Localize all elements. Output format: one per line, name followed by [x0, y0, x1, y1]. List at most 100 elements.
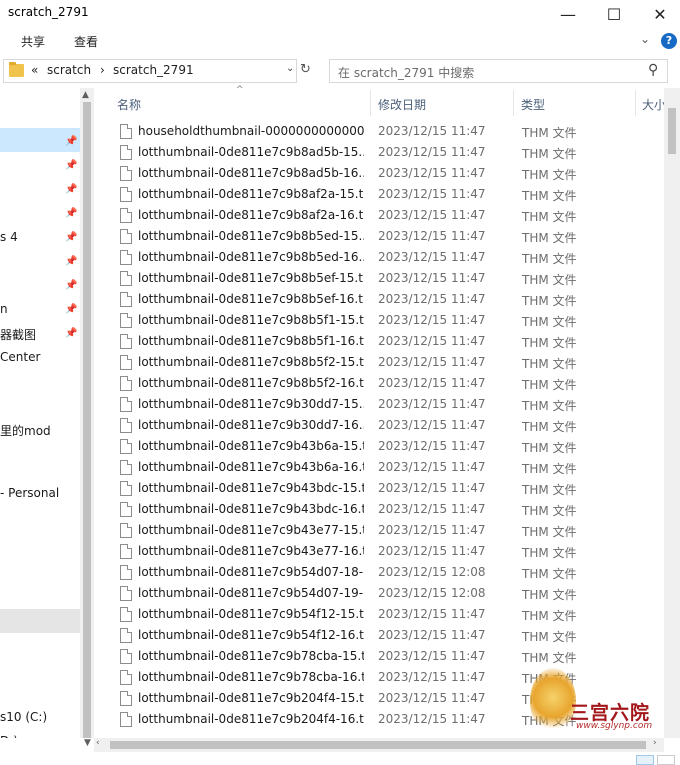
file-row[interactable]: lotthumbnail-0de811e7c9b30dd7-15.... 2023…	[108, 394, 664, 415]
pin-icon[interactable]: 📌	[65, 328, 77, 339]
file-icon	[120, 229, 132, 244]
nav-item-label[interactable]: Center	[0, 350, 40, 364]
column-headers: 名称 修改日期 类型 大小	[108, 90, 668, 116]
column-header-type[interactable]: 类型	[521, 96, 545, 113]
pin-icon[interactable]: 📌	[65, 280, 77, 291]
file-row[interactable]: lotthumbnail-0de811e7c9b8b5f2-16.t... 202…	[108, 373, 664, 394]
pin-icon[interactable]: 📌	[65, 232, 77, 243]
pin-icon[interactable]: 📌	[65, 184, 77, 195]
file-icon	[120, 439, 132, 454]
file-icon	[120, 649, 132, 664]
file-row[interactable]: lotthumbnail-0de811e7c9b8b5ef-16.t... 202…	[108, 289, 664, 310]
file-list-vertical-scrollbar[interactable]	[664, 88, 680, 738]
column-header-date[interactable]: 修改日期	[378, 96, 426, 113]
status-bar	[0, 752, 680, 765]
file-row[interactable]: lotthumbnail-0de811e7c9b43b6a-16.t... 202…	[108, 457, 664, 478]
pin-icon[interactable]: 📌	[65, 136, 77, 147]
address-bar[interactable]: « scratch › scratch_2791 ⌄	[3, 59, 297, 83]
nav-scroll-up-icon[interactable]: ▲	[82, 90, 89, 100]
file-date: 2023/12/15 11:47	[378, 544, 486, 558]
nav-scroll-thumb[interactable]	[83, 102, 91, 738]
nav-scroll-down-icon[interactable]: ▼	[84, 738, 91, 748]
column-divider[interactable]	[513, 90, 514, 116]
scroll-right-icon[interactable]: ›	[653, 738, 657, 748]
file-row[interactable]: lotthumbnail-0de811e7c9b8b5ed-15.... 2023…	[108, 226, 664, 247]
file-row[interactable]: lotthumbnail-0de811e7c9b8b5f1-15.t... 202…	[108, 310, 664, 331]
expand-ribbon-icon[interactable]: ⌄	[640, 32, 650, 46]
file-list-horizontal-scrollbar[interactable]: ‹ ›	[94, 738, 664, 752]
file-row[interactable]: lotthumbnail-0de811e7c9b43bdc-15.t... 202…	[108, 478, 664, 499]
file-row[interactable]: lotthumbnail-0de811e7c9b43e77-16.t... 202…	[108, 541, 664, 562]
nav-item-label[interactable]: s 4	[0, 230, 18, 244]
file-row[interactable]: lotthumbnail-0de811e7c9b8b5ef-15.t... 202…	[108, 268, 664, 289]
scroll-left-icon[interactable]: ‹	[96, 738, 100, 748]
file-name: lotthumbnail-0de811e7c9b78cba-16.t...	[138, 670, 364, 684]
file-row[interactable]: lotthumbnail-0de811e7c9b30dd7-16.... 2023…	[108, 415, 664, 436]
file-row[interactable]: lotthumbnail-0de811e7c9b54f12-15.t... 202…	[108, 604, 664, 625]
file-icon	[120, 481, 132, 496]
file-type: THM 文件	[522, 168, 577, 182]
file-row[interactable]: lotthumbnail-0de811e7c9b8ad5b-16.... 2023…	[108, 163, 664, 184]
minimize-button[interactable]: —	[545, 0, 591, 28]
file-type: THM 文件	[522, 336, 577, 350]
file-row[interactable]: lotthumbnail-0de811e7c9b8ad5b-15.... 2023…	[108, 142, 664, 163]
file-row[interactable]: lotthumbnail-0de811e7c9b54d07-19-... 2023…	[108, 583, 664, 604]
large-icons-view-button[interactable]	[657, 755, 675, 765]
close-button[interactable]: ✕	[637, 0, 680, 28]
nav-scrollbar[interactable]: ▲	[80, 88, 94, 738]
pin-icon[interactable]: 📌	[65, 256, 77, 267]
file-row[interactable]: lotthumbnail-0de811e7c9b8b5f1-16.t... 202…	[108, 331, 664, 352]
file-row[interactable]: lotthumbnail-0de811e7c9b8b5f2-15.t... 202…	[108, 352, 664, 373]
nav-item-label[interactable]: - Personal	[0, 486, 59, 500]
nav-hovered-item[interactable]	[0, 609, 80, 633]
column-header-name[interactable]: 名称	[117, 96, 141, 113]
breadcrumb-scratch-2791[interactable]: scratch_2791	[113, 63, 194, 77]
column-divider[interactable]	[635, 90, 636, 116]
tab-share[interactable]: 共享	[21, 33, 45, 50]
pin-icon[interactable]: 📌	[65, 160, 77, 171]
nav-item-label[interactable]: s10 (C:)	[0, 710, 47, 724]
file-date: 2023/12/15 11:47	[378, 208, 486, 222]
file-row[interactable]: lotthumbnail-0de811e7c9b8af2a-16.t... 202…	[108, 205, 664, 226]
address-dropdown-icon[interactable]: ⌄	[286, 63, 294, 74]
breadcrumb-separator-icon[interactable]: ›	[100, 63, 105, 77]
file-row[interactable]: lotthumbnail-0de811e7c9b43e77-15.t... 202…	[108, 520, 664, 541]
column-divider[interactable]	[370, 90, 371, 116]
column-header-size[interactable]: 大小	[642, 96, 666, 113]
breadcrumb-overflow[interactable]: «	[31, 63, 38, 77]
file-name: lotthumbnail-0de811e7c9b8b5f2-15.t...	[138, 355, 364, 369]
pin-icon[interactable]: 📌	[65, 208, 77, 219]
maximize-button[interactable]: ☐	[591, 0, 637, 28]
file-row[interactable]: lotthumbnail-0de811e7c9b8b5ed-16.... 2023…	[108, 247, 664, 268]
horizontal-scroll-thumb[interactable]	[110, 741, 646, 749]
file-row[interactable]: householdthumbnail-0000000000000... 2023/…	[108, 121, 664, 142]
file-type: THM 文件	[522, 588, 577, 602]
search-icon[interactable]: ⚲	[648, 62, 658, 78]
refresh-icon[interactable]: ↻	[300, 62, 311, 77]
file-name: lotthumbnail-0de811e7c9b78cba-15.t...	[138, 649, 364, 663]
file-icon	[120, 544, 132, 559]
file-type: THM 文件	[522, 651, 577, 665]
file-date: 2023/12/15 11:47	[378, 649, 486, 663]
file-date: 2023/12/15 11:47	[378, 481, 486, 495]
search-box[interactable]: 在 scratch_2791 中搜索 ⚲	[329, 59, 668, 83]
nav-item-label[interactable]: 器截图	[0, 326, 36, 343]
breadcrumb-scratch[interactable]: scratch	[47, 63, 91, 77]
file-row[interactable]: lotthumbnail-0de811e7c9b43b6a-15.t... 202…	[108, 436, 664, 457]
file-date: 2023/12/15 11:47	[378, 502, 486, 516]
file-row[interactable]: lotthumbnail-0de811e7c9b43bdc-16.t... 202…	[108, 499, 664, 520]
file-row[interactable]: lotthumbnail-0de811e7c9b54f12-16.t... 202…	[108, 625, 664, 646]
nav-horizontal-scroll[interactable]: ▼	[0, 738, 94, 752]
vertical-scroll-thumb[interactable]	[668, 108, 676, 154]
file-type: THM 文件	[522, 273, 577, 287]
file-row[interactable]: lotthumbnail-0de811e7c9b8af2a-15.t... 202…	[108, 184, 664, 205]
file-row[interactable]: lotthumbnail-0de811e7c9b78cba-15.t... 202…	[108, 646, 664, 667]
file-row[interactable]: lotthumbnail-0de811e7c9b54d07-18-... 2023…	[108, 562, 664, 583]
details-view-button[interactable]	[636, 755, 654, 765]
tab-view[interactable]: 查看	[74, 33, 98, 50]
pin-icon[interactable]: 📌	[65, 304, 77, 315]
search-input[interactable]: 在 scratch_2791 中搜索	[338, 64, 474, 81]
nav-item-label[interactable]: 里的mod	[0, 422, 51, 439]
nav-item-label[interactable]: n	[0, 302, 8, 316]
help-icon[interactable]: ?	[661, 33, 677, 49]
